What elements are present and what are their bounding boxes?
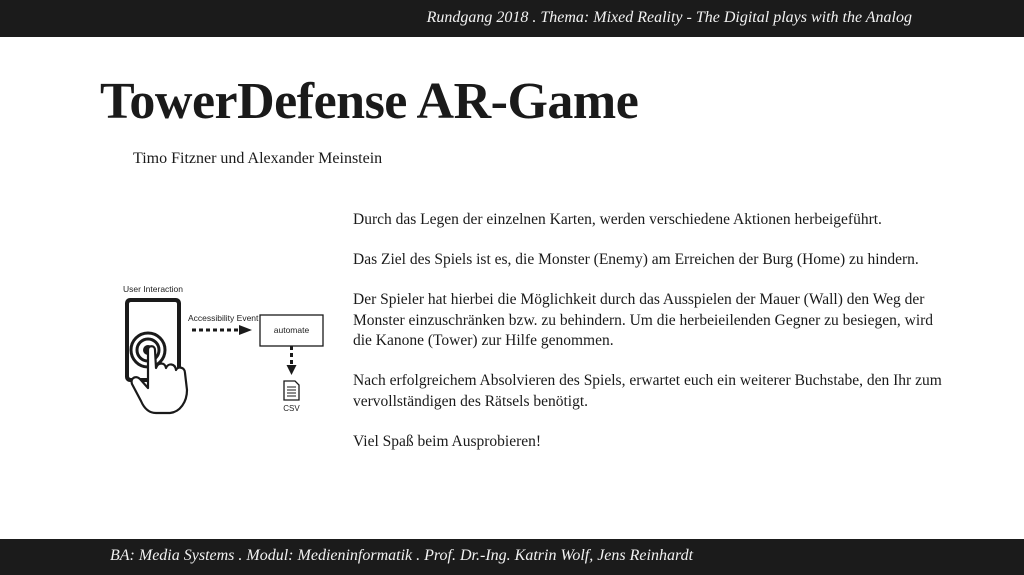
paragraph: Durch das Legen der einzelnen Karten, we…: [353, 211, 882, 228]
paragraph: Das Ziel des Spiels ist es, die Monster …: [353, 251, 919, 268]
document-icon: [283, 380, 300, 401]
paragraph: Viel Spaß beim Ausprobieren!: [353, 432, 542, 450]
paragraph: Nach erfolgreichem Absolvieren des Spiel…: [353, 372, 942, 410]
dotted-arrow-right: [192, 325, 252, 335]
header-text: Rundgang 2018 . Thema: Mixed Reality - T…: [426, 9, 912, 26]
csv-label: CSV: [283, 404, 300, 413]
authors: Timo Fitzner und Alexander Meinstein: [133, 150, 383, 167]
interaction-diagram: User Interaction Accessibility Event aut…: [112, 280, 342, 420]
paragraph: Der Spieler hat hierbei die Möglichkeit …: [353, 291, 934, 349]
event-label: Accessibility Event: [188, 313, 259, 323]
header-bar: Rundgang 2018 . Thema: Mixed Reality - T…: [0, 0, 1024, 37]
description: Durch das Legen der einzelnen Karten, we…: [353, 210, 943, 472]
footer-bar: BA: Media Systems . Modul: Medieninforma…: [0, 539, 1024, 575]
automate-label: automate: [274, 325, 310, 335]
dotted-arrow-down: [286, 346, 297, 375]
user-interaction-label: User Interaction: [123, 284, 183, 294]
footer-text: BA: Media Systems . Modul: Medieninforma…: [110, 547, 694, 564]
page-title: TowerDefense AR-Game: [100, 73, 639, 130]
